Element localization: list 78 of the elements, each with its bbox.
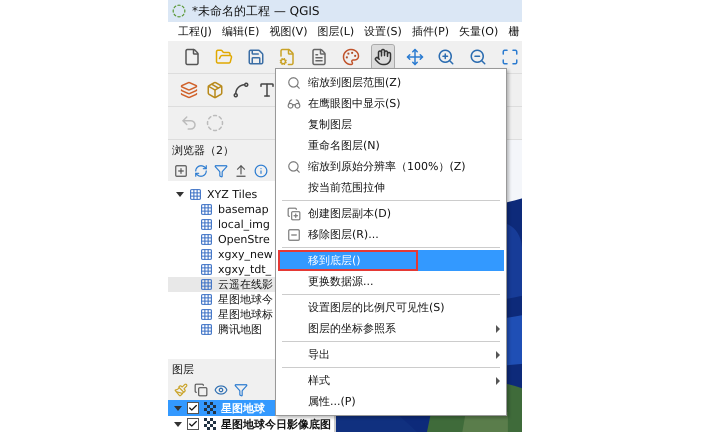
filter-icon bbox=[234, 383, 248, 398]
menu-item[interactable]: 更换数据源... bbox=[278, 271, 504, 292]
grid-icon bbox=[200, 232, 213, 246]
grid-icon bbox=[200, 308, 213, 321]
pan-button[interactable] bbox=[370, 44, 395, 70]
menu-item[interactable]: 工程(J) bbox=[178, 24, 212, 39]
tree-item[interactable]: OpenStre bbox=[218, 232, 270, 246]
menu-item[interactable]: 矢量(O) bbox=[459, 24, 498, 39]
info-icon bbox=[254, 164, 268, 178]
menu-item[interactable]: 属性...(P) bbox=[278, 391, 504, 412]
grid-icon bbox=[200, 262, 213, 276]
open-icon bbox=[214, 48, 233, 66]
menu-item[interactable]: 创建图层副本(D) bbox=[278, 203, 504, 224]
circle-icon bbox=[206, 114, 224, 132]
expand-icon[interactable] bbox=[176, 192, 184, 197]
spline-icon bbox=[232, 81, 250, 99]
menu-item[interactable]: 设置(S) bbox=[364, 24, 402, 39]
pan-selection-icon bbox=[406, 48, 424, 66]
layers-icon bbox=[180, 81, 198, 99]
package-icon bbox=[206, 81, 224, 99]
tree-item[interactable]: xgxy_tdt_ bbox=[218, 262, 272, 276]
filter-icon bbox=[214, 164, 228, 178]
item-icon bbox=[287, 76, 301, 90]
manager-icon bbox=[310, 48, 328, 66]
checkbox[interactable] bbox=[187, 418, 199, 430]
tree-item[interactable]: 星图地球标 bbox=[218, 306, 273, 322]
menu-item[interactable]: 图层的坐标参照系 bbox=[278, 318, 504, 339]
checkbox[interactable] bbox=[187, 402, 199, 414]
raster-icon bbox=[204, 418, 216, 430]
zoom-in-icon bbox=[437, 48, 456, 66]
tree-item[interactable]: 腾讯地图 bbox=[218, 322, 262, 337]
menu-item[interactable]: 插件(P) bbox=[412, 24, 449, 39]
item-icon bbox=[287, 96, 301, 110]
expand-icon[interactable] bbox=[174, 422, 182, 427]
zoom-full-icon bbox=[501, 48, 520, 66]
brush-icon bbox=[174, 383, 188, 398]
menu-item[interactable]: 移除图层(R)... bbox=[278, 224, 504, 245]
grid-icon bbox=[200, 202, 213, 216]
tree-item[interactable]: local_img bbox=[218, 218, 270, 231]
grid-icon bbox=[189, 188, 202, 201]
grid-icon bbox=[200, 218, 213, 231]
tree-item[interactable]: 星图地球今 bbox=[218, 292, 273, 307]
new-icon bbox=[182, 48, 201, 66]
menu-item[interactable]: 视图(V) bbox=[269, 24, 308, 39]
grid-icon bbox=[200, 278, 213, 291]
tree-item[interactable]: basemap bbox=[218, 202, 269, 216]
app-logo-icon bbox=[172, 4, 186, 18]
text-icon bbox=[258, 81, 276, 99]
collapse-icon bbox=[234, 164, 248, 178]
item-icon bbox=[287, 160, 301, 174]
window-title: *未命名的工程 — QGIS bbox=[192, 2, 320, 20]
pan-icon bbox=[374, 48, 392, 66]
tree-item[interactable]: xgxy_new bbox=[218, 248, 273, 261]
menu-item[interactable]: 编辑(E) bbox=[222, 24, 260, 39]
zoom-out-icon bbox=[469, 48, 488, 66]
style-icon bbox=[342, 48, 360, 66]
raster-icon bbox=[204, 402, 216, 414]
grid-icon bbox=[200, 248, 213, 261]
layout-icon bbox=[278, 48, 296, 66]
refresh-icon bbox=[194, 164, 208, 178]
add-icon bbox=[174, 164, 188, 178]
grid-icon bbox=[200, 322, 213, 336]
eye-icon bbox=[214, 383, 228, 398]
tree-item[interactable]: 云遥在线影 bbox=[218, 276, 273, 292]
menu-item[interactable]: 复制图层 bbox=[278, 114, 504, 135]
menu-item[interactable]: 缩放到图层范围(Z) bbox=[278, 72, 504, 93]
menu-item[interactable]: 设置图层的比例尺可见性(S) bbox=[278, 297, 504, 318]
menu-item[interactable]: 在鹰眼图中显示(S) bbox=[278, 93, 504, 114]
copy-icon bbox=[194, 383, 208, 398]
menu-item[interactable]: 栅 bbox=[508, 24, 520, 39]
menu-item[interactable]: 按当前范围拉伸 bbox=[278, 177, 504, 198]
tree-item[interactable]: XYZ Tiles bbox=[207, 188, 258, 201]
undo-icon bbox=[180, 114, 198, 132]
save-icon bbox=[246, 48, 265, 66]
grid-icon bbox=[200, 292, 213, 306]
item-icon bbox=[287, 228, 301, 242]
menu-item[interactable]: 图层(L) bbox=[317, 24, 354, 39]
item-icon bbox=[287, 206, 301, 220]
